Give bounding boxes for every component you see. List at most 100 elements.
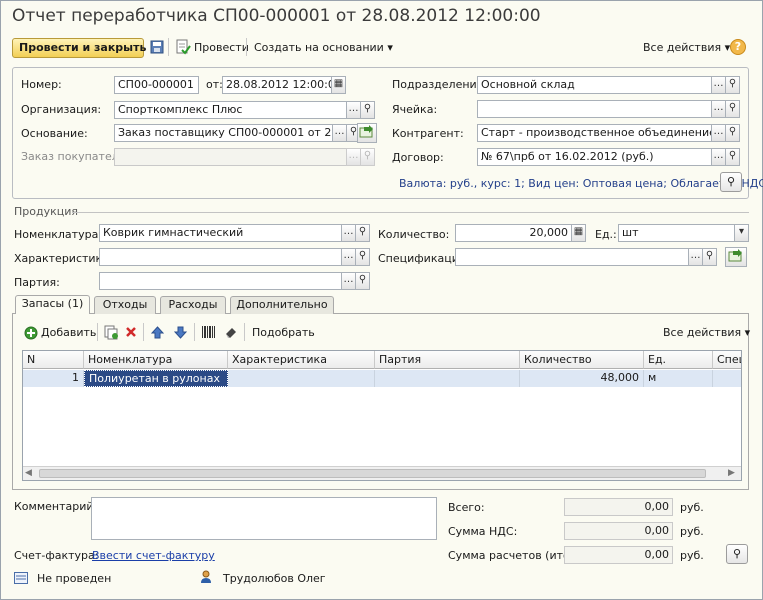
vat-field: 0,00	[564, 522, 673, 540]
counterparty-select-button[interactable]: …	[711, 124, 726, 142]
quantity-field[interactable]: 20,000	[455, 224, 572, 242]
column-header-nomenclature[interactable]: Номенклатура	[84, 351, 228, 369]
section-divider	[72, 212, 749, 213]
pick-button[interactable]: Подобрать	[252, 326, 315, 340]
enter-invoice-link[interactable]: Ввести счет-фактуру	[92, 549, 215, 563]
table-cell-quantity[interactable]: 48,000	[520, 370, 644, 387]
spec-field[interactable]	[455, 248, 689, 266]
open-icon[interactable]	[725, 247, 747, 267]
batch-select-button[interactable]: …	[341, 272, 356, 290]
barcode-icon[interactable]	[201, 325, 216, 339]
spec-select-button[interactable]: …	[688, 248, 703, 266]
open-icon[interactable]	[357, 123, 377, 143]
counterparty-field[interactable]: Старт - производственное объединение	[477, 124, 712, 142]
search-icon[interactable]: ⚲	[726, 544, 748, 564]
organization-field[interactable]: Спорткомплекс Плюс	[114, 101, 347, 119]
currency-info[interactable]: Валюта: руб., курс: 1; Вид цен: Оптовая …	[399, 177, 763, 191]
tab-waste[interactable]: Отходы	[94, 296, 156, 314]
nomenclature-label: Номенклатура:	[14, 228, 103, 241]
search-icon[interactable]: ⚲	[355, 272, 370, 290]
move-down-icon[interactable]	[174, 326, 187, 339]
customer-order-field[interactable]	[114, 148, 347, 166]
unit-field[interactable]: шт	[618, 224, 735, 242]
post-and-close-button[interactable]: Провести и закрыть	[12, 38, 146, 58]
column-header-quantity[interactable]: Количество	[520, 351, 644, 369]
delete-icon[interactable]	[125, 326, 137, 338]
column-header-batch[interactable]: Партия	[375, 351, 520, 369]
search-icon[interactable]: ⚲	[702, 248, 717, 266]
post-icon[interactable]	[175, 39, 191, 55]
create-based-on-menu[interactable]: Создать на основании ▾	[254, 41, 393, 55]
batch-field[interactable]	[99, 272, 342, 290]
scroll-left-icon[interactable]: ◀	[25, 468, 32, 478]
column-header-n[interactable]: N	[23, 351, 84, 369]
number-field[interactable]: СП00-000001	[114, 76, 199, 94]
nomenclature-field[interactable]: Коврик гимнастический	[99, 224, 342, 242]
characteristic-select-button[interactable]: …	[341, 248, 356, 266]
settlement-currency: руб.	[680, 549, 704, 562]
contract-field[interactable]: № 67\прб от 16.02.2012 (руб.)	[477, 148, 712, 166]
move-up-icon[interactable]	[151, 326, 164, 339]
scroll-right-icon[interactable]: ▶	[728, 468, 735, 478]
table-all-actions-menu[interactable]: Все действия ▾	[663, 326, 750, 340]
comment-field[interactable]	[91, 497, 437, 540]
tab-stock[interactable]: Запасы (1)	[15, 295, 90, 314]
counterparty-label: Контрагент:	[392, 127, 464, 140]
toolbar-divider	[143, 323, 144, 341]
date-label: от:	[206, 78, 223, 91]
table-cell-spec[interactable]	[713, 370, 741, 387]
search-icon[interactable]: ⚲	[725, 100, 740, 118]
characteristic-field[interactable]	[99, 248, 342, 266]
stock-table: N Номенклатура Характеристика Партия Кол…	[22, 350, 742, 481]
calculator-icon[interactable]: ▦	[571, 224, 586, 242]
help-icon[interactable]: ?	[730, 39, 746, 55]
search-icon[interactable]: ⚲	[355, 224, 370, 242]
search-icon[interactable]: ⚲	[355, 248, 370, 266]
customer-order-select-button[interactable]: …	[346, 148, 361, 166]
search-icon[interactable]: ⚲	[725, 148, 740, 166]
organization-select-button[interactable]: …	[346, 101, 361, 119]
search-icon[interactable]: ⚲	[360, 101, 375, 119]
calendar-icon[interactable]: ▦	[331, 76, 346, 94]
tab-additional[interactable]: Дополнительно	[230, 296, 334, 314]
table-cell-unit[interactable]: м	[644, 370, 713, 387]
column-header-characteristic[interactable]: Характеристика	[228, 351, 375, 369]
table-cell-characteristic[interactable]	[228, 370, 375, 387]
search-icon[interactable]: ⚲	[725, 124, 740, 142]
column-header-unit[interactable]: Ед.	[644, 351, 713, 369]
copy-icon[interactable]	[104, 325, 118, 340]
table-cell-nomenclature[interactable]: Полиуретан в рулонах	[84, 370, 228, 387]
search-icon[interactable]: ⚲	[360, 148, 375, 166]
total-currency: руб.	[680, 501, 704, 514]
cell-select-button[interactable]: …	[711, 100, 726, 118]
search-icon[interactable]: ⚲	[720, 172, 742, 192]
product-section-label: Продукция	[14, 205, 78, 218]
all-actions-menu[interactable]: Все действия ▾	[643, 41, 730, 55]
chevron-down-icon[interactable]: ▾	[734, 224, 749, 242]
invoice-label: Счет-фактура:	[14, 549, 99, 562]
save-icon[interactable]	[150, 40, 164, 54]
table-cell-batch[interactable]	[375, 370, 520, 387]
basis-select-button[interactable]: …	[332, 124, 347, 142]
scrollbar-thumb[interactable]	[39, 469, 706, 478]
table-cell-n[interactable]: 1	[23, 370, 84, 387]
cell-label: Ячейка:	[392, 103, 438, 116]
add-icon[interactable]	[24, 326, 38, 340]
search-icon[interactable]: ⚲	[725, 76, 740, 94]
basis-field[interactable]: Заказ поставщику СП00-000001 от 20.08	[114, 124, 333, 142]
column-header-spec[interactable]: Специ	[713, 351, 741, 369]
toolbar-divider	[246, 38, 247, 56]
unit-label: Ед.:	[595, 228, 617, 241]
cell-field[interactable]	[477, 100, 712, 118]
horizontal-scrollbar[interactable]: ◀ ▶	[23, 466, 741, 480]
customer-order-label: Заказ покупателя:	[21, 150, 130, 163]
division-select-button[interactable]: …	[711, 76, 726, 94]
date-field[interactable]: 28.08.2012 12:00:00	[222, 76, 332, 94]
add-button[interactable]: Добавить	[41, 326, 96, 340]
nomenclature-select-button[interactable]: …	[341, 224, 356, 242]
eraser-icon[interactable]	[224, 325, 238, 339]
contract-select-button[interactable]: …	[711, 148, 726, 166]
tab-expenses[interactable]: Расходы	[160, 296, 226, 314]
post-button[interactable]: Провести	[194, 41, 249, 55]
division-field[interactable]: Основной склад	[477, 76, 712, 94]
